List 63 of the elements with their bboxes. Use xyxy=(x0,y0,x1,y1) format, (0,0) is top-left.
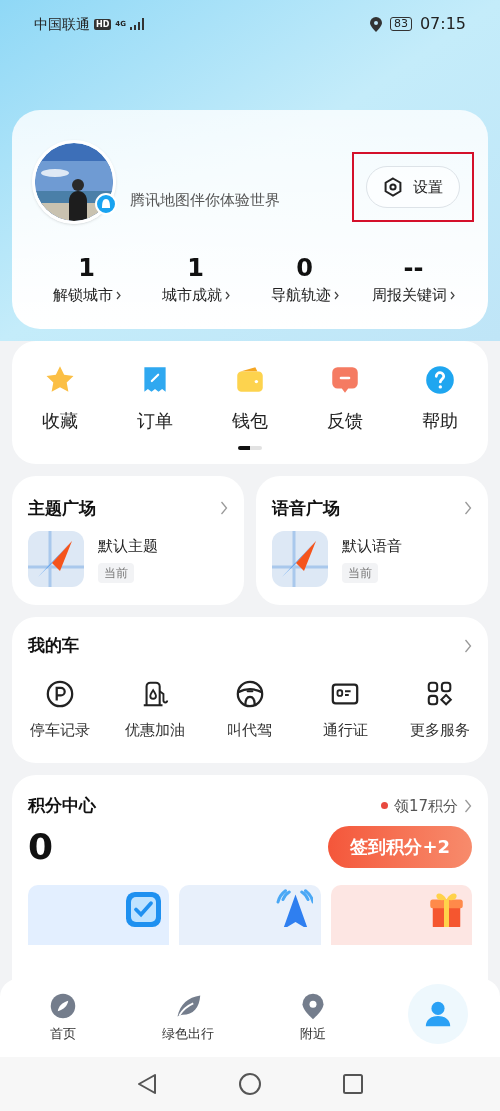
card-title: 主题广场 xyxy=(28,496,96,520)
steering-wheel-icon xyxy=(235,678,265,709)
car-service-button[interactable]: 通行证 xyxy=(297,678,393,741)
settings-button[interactable]: 设置 xyxy=(366,166,460,208)
points-score: 0 xyxy=(28,824,54,869)
plaza-card[interactable]: 主题广场 默认主题 当前 xyxy=(12,475,244,605)
tab-item[interactable]: 首页 xyxy=(0,979,125,1057)
hd-badge: HD xyxy=(94,18,112,30)
settings-icon xyxy=(383,177,403,197)
stat-link[interactable]: 城市成就 xyxy=(161,284,230,307)
car-service-button[interactable]: 叫代驾 xyxy=(202,678,298,741)
stat-value: 1 xyxy=(187,253,204,284)
battery-level: 83 xyxy=(389,17,412,31)
current-tag: 当前 xyxy=(98,563,134,584)
clock-time: 07:15 xyxy=(419,13,466,35)
shortcut-button[interactable]: 帮助 xyxy=(392,362,488,434)
card-title: 积分中心 xyxy=(28,794,96,817)
stat-link[interactable]: 周报关键词 xyxy=(372,284,455,307)
card-title: 语音广场 xyxy=(272,496,340,520)
chevron-right-icon xyxy=(450,290,455,300)
home-icon[interactable] xyxy=(239,1073,261,1095)
compass-tile-icon xyxy=(28,531,84,587)
chevron-right-icon xyxy=(115,290,121,300)
tab-item[interactable]: 绿色出行 xyxy=(125,979,250,1057)
chevron-right-icon xyxy=(224,290,230,300)
stat-value: -- xyxy=(403,253,424,284)
location-icon xyxy=(369,16,382,32)
shortcut-button[interactable]: 钱包 xyxy=(202,362,298,434)
task-card[interactable] xyxy=(28,884,170,945)
tab-item[interactable]: 附近 xyxy=(250,979,375,1057)
chevron-right-icon[interactable] xyxy=(464,500,472,517)
shortcut-button[interactable]: 收藏 xyxy=(12,362,108,434)
current-tag: 当前 xyxy=(342,563,378,584)
parking-icon xyxy=(44,678,75,709)
back-icon[interactable] xyxy=(137,1073,157,1095)
bell-badge-icon xyxy=(95,193,117,215)
profile-tagline: 腾讯地图伴你体验世界 xyxy=(130,189,281,211)
compass-tile-icon xyxy=(272,531,328,587)
car-service-button[interactable]: 优惠加油 xyxy=(107,678,203,741)
plaza-card[interactable]: 语音广场 默认语音 当前 xyxy=(256,475,488,605)
card-title: 我的车 xyxy=(28,634,79,657)
reward-link[interactable]: 领17积分 xyxy=(380,794,472,817)
chevron-right-icon xyxy=(333,290,339,300)
recents-icon[interactable] xyxy=(343,1074,363,1094)
shortcut-button[interactable]: 反馈 xyxy=(297,362,393,434)
shortcut-button[interactable]: 订单 xyxy=(107,362,203,434)
chevron-right-icon[interactable] xyxy=(464,637,472,654)
stat-link[interactable]: 解锁城市 xyxy=(52,284,121,307)
car-service-button[interactable]: 更多服务 xyxy=(392,678,488,741)
dot-icon xyxy=(380,802,388,810)
car-service-button[interactable]: 停车记录 xyxy=(12,678,108,741)
chevron-right-icon[interactable] xyxy=(220,500,228,517)
chevron-right-icon xyxy=(464,797,472,814)
stat-link[interactable]: 导航轨迹 xyxy=(270,284,339,307)
default-option: 默认语音 xyxy=(342,534,402,558)
leaf-button-icon xyxy=(48,992,77,1021)
task-card[interactable] xyxy=(330,884,472,945)
signal-icon xyxy=(129,18,146,30)
carrier-name: 中国联通 xyxy=(34,14,90,34)
default-option: 默认主题 xyxy=(98,534,158,558)
stat-value: 0 xyxy=(296,253,313,284)
stat-value: 1 xyxy=(78,253,95,284)
task-card[interactable] xyxy=(179,884,321,945)
